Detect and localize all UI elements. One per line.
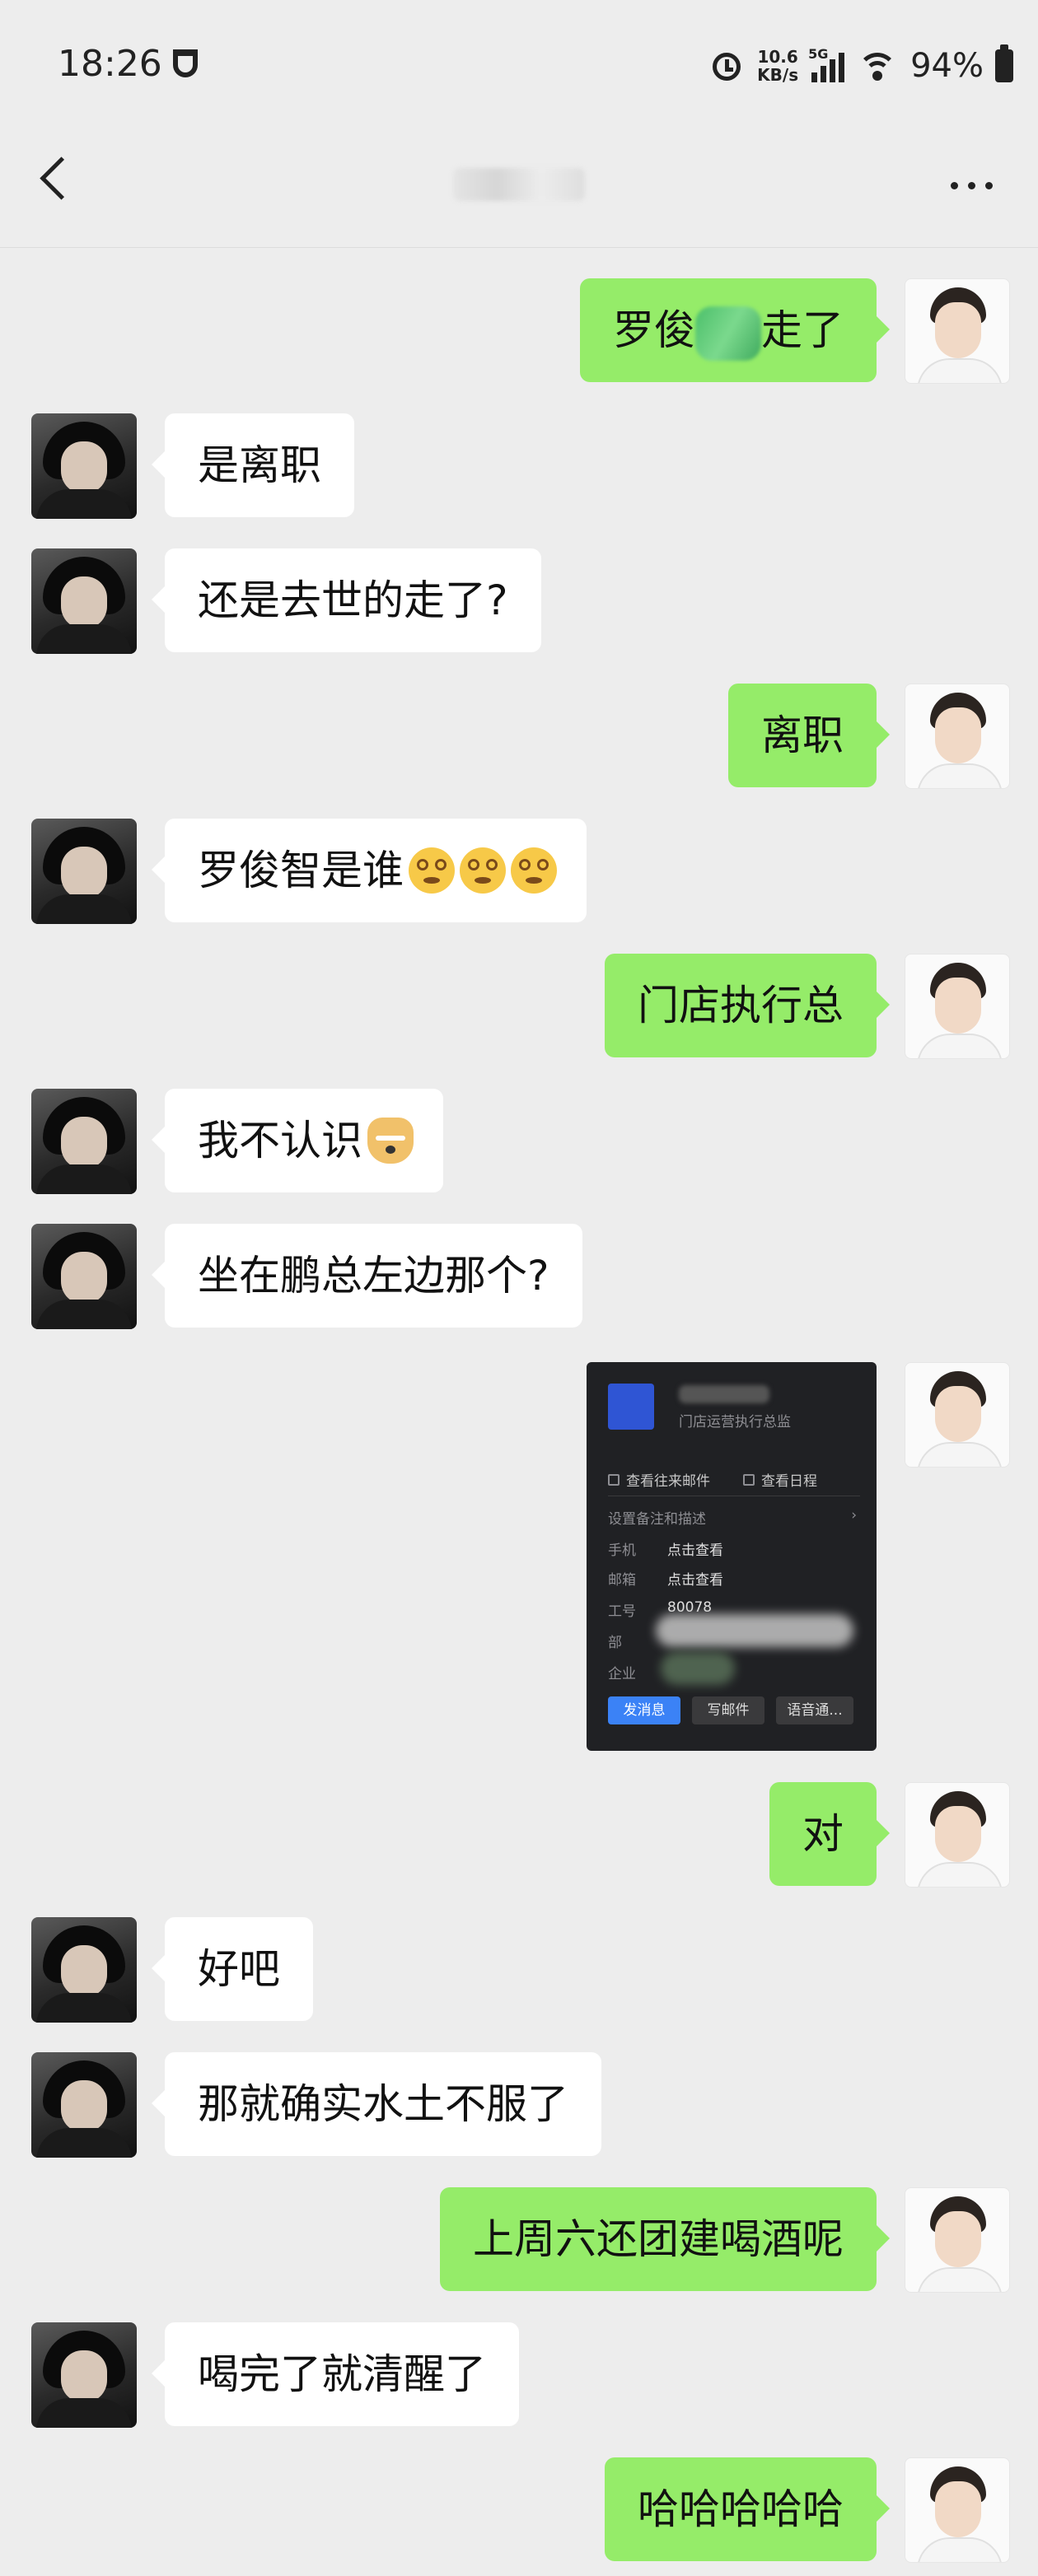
message-text: 罗俊 bbox=[613, 306, 695, 354]
self-avatar[interactable] bbox=[905, 1362, 1010, 1468]
card-employee-id-label: 工号 bbox=[608, 1603, 636, 1620]
card-remark: 设置备注和描述 bbox=[608, 1511, 706, 1528]
network-speed-value: 10.6 bbox=[757, 47, 798, 67]
card-view-schedule: 查看日程 bbox=[743, 1469, 817, 1490]
message-bubble[interactable]: 罗俊 走了 bbox=[580, 278, 890, 382]
redaction-mark bbox=[695, 306, 761, 361]
doge-emoji-icon bbox=[367, 1117, 414, 1164]
card-employee-id-value: 80078 bbox=[667, 1599, 713, 1616]
contact-avatar[interactable] bbox=[31, 819, 137, 924]
card-phone-label: 手机 bbox=[608, 1542, 636, 1559]
dizzy-face-emoji-icon bbox=[409, 847, 455, 894]
message-bubble[interactable]: 上周六还团建喝酒呢 bbox=[440, 2187, 890, 2291]
contact-avatar[interactable] bbox=[31, 1224, 137, 1329]
message-bubble[interactable]: 罗俊智是谁 bbox=[152, 819, 587, 922]
contact-avatar[interactable] bbox=[31, 2322, 137, 2428]
message-text: 离职 bbox=[761, 712, 844, 759]
message-text: 我不认识 bbox=[198, 1117, 362, 1164]
message-bubble[interactable]: 离职 bbox=[728, 684, 890, 787]
network-speed-unit: KB/s bbox=[757, 65, 799, 85]
message-bubble[interactable]: 门店执行总 bbox=[605, 954, 890, 1057]
card-email-label: 邮箱 bbox=[608, 1572, 636, 1589]
message-text: 好吧 bbox=[198, 1945, 280, 1993]
more-dots-icon[interactable] bbox=[951, 173, 1000, 198]
dizzy-face-emoji-icon bbox=[460, 847, 506, 894]
message-bubble[interactable]: 坐在鹏总左边那个? bbox=[152, 1224, 582, 1328]
message-text: 还是去世的走了? bbox=[198, 576, 508, 624]
checkbox-icon bbox=[608, 1473, 620, 1486]
message-text: 是离职 bbox=[198, 441, 321, 489]
card-department-label: 部 bbox=[608, 1635, 622, 1651]
alarm-icon bbox=[709, 48, 746, 84]
contact-avatar[interactable] bbox=[31, 413, 137, 519]
contact-avatar[interactable] bbox=[31, 1089, 137, 1194]
message-text: 上周六还团建喝酒呢 bbox=[473, 2215, 844, 2263]
message-bubble[interactable]: 喝完了就清醒了 bbox=[152, 2322, 519, 2426]
self-avatar[interactable] bbox=[905, 2187, 1010, 2293]
back-chevron-icon[interactable] bbox=[40, 156, 83, 200]
message-bubble[interactable]: 是离职 bbox=[152, 413, 354, 517]
battery-percent: 94% bbox=[910, 47, 984, 85]
card-voice-call-button: 语音通... bbox=[776, 1696, 853, 1724]
self-avatar[interactable] bbox=[905, 2457, 1010, 2563]
card-phone-value: 点击查看 bbox=[667, 1542, 723, 1559]
card-view-schedule-label: 查看日程 bbox=[761, 1473, 817, 1490]
card-company-label: 企业 bbox=[608, 1666, 636, 1682]
dizzy-face-emoji-icon bbox=[511, 847, 557, 894]
contact-avatar[interactable] bbox=[31, 548, 137, 654]
card-send-message-button: 发消息 bbox=[608, 1696, 680, 1724]
status-indicators: 10.6 KB/s 5G 94% bbox=[709, 41, 1013, 91]
message-text: 那就确实水土不服了 bbox=[198, 2080, 568, 2128]
card-name-redacted bbox=[679, 1385, 769, 1403]
message-bubble[interactable]: 我不认识 bbox=[152, 1089, 443, 1192]
message-text: 坐在鹏总左边那个? bbox=[198, 1252, 549, 1300]
cellular-signal-icon: 5G bbox=[808, 46, 845, 82]
network-type: 5G bbox=[808, 46, 829, 62]
battery-icon bbox=[995, 44, 1013, 82]
chat-title-redacted bbox=[412, 163, 626, 209]
network-speed: 10.6 KB/s bbox=[757, 48, 798, 84]
chat-header bbox=[0, 124, 1038, 248]
message-bubble[interactable]: 对 bbox=[769, 1782, 890, 1886]
card-view-mail-label: 查看往来邮件 bbox=[626, 1473, 710, 1490]
self-avatar[interactable] bbox=[905, 954, 1010, 1059]
message-bubble[interactable]: 还是去世的走了? bbox=[152, 548, 541, 652]
message-text: 走了 bbox=[761, 306, 844, 354]
self-avatar[interactable] bbox=[905, 278, 1010, 384]
redaction-smudge bbox=[661, 1652, 735, 1685]
message-bubble[interactable]: 那就确实水土不服了 bbox=[152, 2052, 601, 2156]
message-bubble[interactable]: 好吧 bbox=[152, 1917, 313, 2021]
status-time: 18:26 bbox=[58, 43, 162, 85]
card-job-title: 门店运营执行总监 bbox=[679, 1414, 791, 1430]
status-bar: 18:26 10.6 KB/s 5G 94% bbox=[0, 0, 1038, 124]
wifi-icon bbox=[856, 49, 899, 82]
self-avatar[interactable] bbox=[905, 684, 1010, 789]
checkbox-icon bbox=[743, 1473, 755, 1486]
contact-avatar[interactable] bbox=[31, 1917, 137, 2023]
redaction-smudge bbox=[656, 1614, 853, 1647]
image-message-profile-card[interactable]: 门店运营执行总监 查看往来邮件 查看日程 设置备注和描述 › 手机 点击查看 邮… bbox=[587, 1362, 877, 1751]
card-email-value: 点击查看 bbox=[667, 1572, 723, 1589]
card-avatar bbox=[608, 1384, 654, 1430]
app-notification-icon bbox=[173, 49, 198, 77]
chevron-right-icon: › bbox=[851, 1507, 857, 1524]
card-write-mail-button: 写邮件 bbox=[692, 1696, 764, 1724]
message-text: 罗俊智是谁 bbox=[198, 847, 404, 894]
contact-avatar[interactable] bbox=[31, 2052, 137, 2158]
message-text: 门店执行总 bbox=[638, 982, 844, 1029]
message-text: 哈哈哈哈哈 bbox=[638, 2485, 844, 2533]
self-avatar[interactable] bbox=[905, 1782, 1010, 1888]
message-text: 对 bbox=[802, 1810, 844, 1858]
message-text: 喝完了就清醒了 bbox=[198, 2350, 486, 2398]
message-bubble[interactable]: 哈哈哈哈哈 bbox=[605, 2457, 890, 2561]
card-view-mail: 查看往来邮件 bbox=[608, 1469, 710, 1490]
